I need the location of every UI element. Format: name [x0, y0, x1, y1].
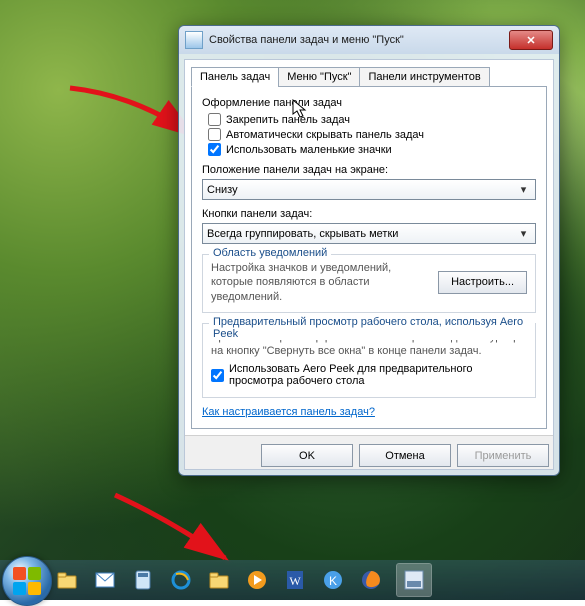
aero-peek-group: Предварительный просмотр рабочего стола,…	[202, 323, 536, 399]
autohide-label: Автоматически скрывать панель задач	[226, 129, 424, 141]
aero-peek-label: Использовать Aero Peek для предварительн…	[229, 363, 527, 387]
windows-logo-icon	[13, 567, 41, 595]
taskbar-properties-window: Свойства панели задач и меню "Пуск" ✕ Па…	[178, 25, 560, 476]
tab-taskbar[interactable]: Панель задач	[191, 67, 279, 87]
small-icons-row[interactable]: Использовать маленькие значки	[208, 143, 536, 156]
buttons-combobox[interactable]: Всегда группировать, скрывать метки ▾	[202, 223, 536, 244]
client-area: Панель задач Меню "Пуск" Панели инструме…	[184, 59, 554, 470]
title-bar[interactable]: Свойства панели задач и меню "Пуск" ✕	[179, 26, 559, 54]
chevron-down-icon: ▾	[516, 226, 531, 241]
aero-peek-checkbox[interactable]	[211, 369, 224, 382]
taskbar-ie-icon[interactable]	[169, 568, 193, 592]
lock-taskbar-label: Закрепить панель задач	[226, 114, 350, 126]
svg-text:W: W	[289, 574, 301, 588]
tab-panel-taskbar: Оформление панели задач Закрепить панель…	[191, 86, 547, 429]
taskbar-browser-k-icon[interactable]: K	[321, 568, 345, 592]
autohide-row[interactable]: Автоматически скрывать панель задач	[208, 128, 536, 141]
tab-toolbars[interactable]: Панели инструментов	[359, 67, 489, 87]
taskbar-wmp-icon[interactable]	[245, 568, 269, 592]
svg-text:K: K	[329, 574, 337, 588]
lock-taskbar-checkbox[interactable]	[208, 113, 221, 126]
cancel-button[interactable]: Отмена	[359, 444, 451, 467]
close-icon: ✕	[526, 34, 535, 47]
notification-area-group: Область уведомлений Настройка значков и …	[202, 254, 536, 313]
buttons-label: Кнопки панели задач:	[202, 208, 536, 220]
small-icons-label: Использовать маленькие значки	[226, 144, 392, 156]
close-button[interactable]: ✕	[509, 30, 553, 50]
buttons-value: Всегда группировать, скрывать метки	[207, 228, 398, 240]
help-link[interactable]: Как настраивается панель задач?	[202, 406, 375, 418]
notification-area-title: Область уведомлений	[209, 247, 331, 259]
aero-peek-title: Предварительный просмотр рабочего стола,…	[209, 316, 535, 340]
taskbar-calc-icon[interactable]	[131, 568, 155, 592]
taskbar-firefox-icon[interactable]	[359, 568, 383, 592]
lock-taskbar-row[interactable]: Закрепить панель задач	[208, 113, 536, 126]
position-label: Положение панели задач на экране:	[202, 164, 536, 176]
start-button[interactable]	[2, 556, 52, 606]
tab-start-menu[interactable]: Меню "Пуск"	[278, 67, 360, 87]
position-value: Снизу	[207, 184, 238, 196]
ok-button[interactable]: OK	[261, 444, 353, 467]
taskbar-properties-app-icon[interactable]	[397, 564, 431, 596]
taskbar[interactable]: W K	[0, 560, 585, 600]
notification-area-desc: Настройка значков и уведомлений, которые…	[211, 261, 430, 304]
chevron-down-icon: ▾	[516, 182, 531, 197]
tab-strip: Панель задач Меню "Пуск" Панели инструме…	[191, 67, 547, 87]
window-title: Свойства панели задач и меню "Пуск"	[209, 34, 509, 46]
autohide-checkbox[interactable]	[208, 128, 221, 141]
aero-peek-row[interactable]: Использовать Aero Peek для предварительн…	[211, 363, 527, 387]
customize-button[interactable]: Настроить...	[438, 271, 527, 294]
position-combobox[interactable]: Снизу ▾	[202, 179, 536, 200]
appearance-title: Оформление панели задач	[202, 97, 536, 109]
taskbar-folder-icon[interactable]	[207, 568, 231, 592]
apply-button[interactable]: Применить	[457, 444, 549, 467]
window-icon	[185, 31, 203, 49]
taskbar-word-icon[interactable]: W	[283, 568, 307, 592]
dialog-button-row: OK Отмена Применить	[185, 435, 553, 469]
taskbar-mail-icon[interactable]	[93, 568, 117, 592]
small-icons-checkbox[interactable]	[208, 143, 221, 156]
taskbar-explorer-icon[interactable]	[55, 568, 79, 592]
